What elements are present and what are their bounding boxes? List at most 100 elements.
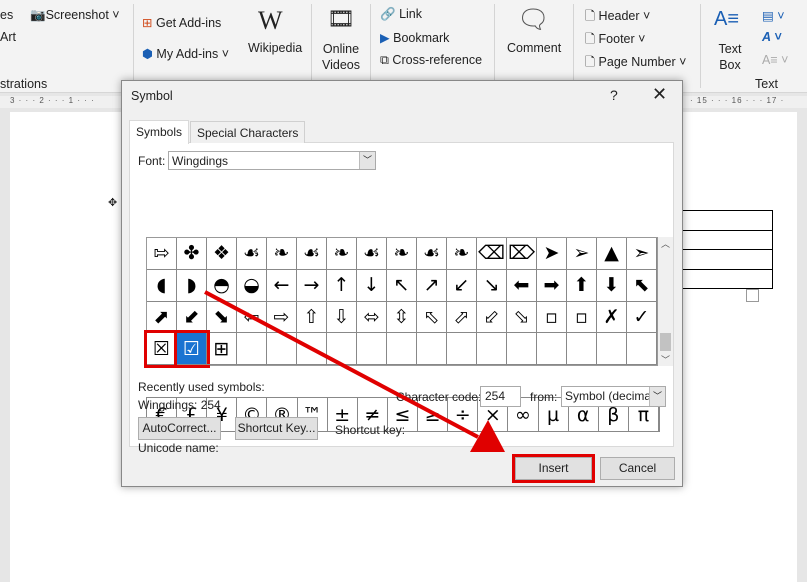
symbol-grid-scrollbar[interactable]: ︿ ﹀ [658,237,673,366]
symbol-cell[interactable]: ↓ [357,269,387,302]
symbol-cell[interactable]: ☙ [297,238,327,270]
bookmark-button[interactable]: ▶ Bookmark [380,30,449,45]
symbol-cell[interactable]: ☙ [237,238,267,270]
symbol-cell[interactable]: ⌦ [507,238,537,270]
comment-button[interactable]: Comment [507,41,561,55]
symbol-cell[interactable]: ← [267,269,297,302]
wikipedia-button[interactable]: Wikipedia [248,41,302,55]
symbol-cell[interactable] [507,333,537,365]
symbol-cell[interactable]: ↙ [447,269,477,302]
symbol-cell[interactable]: ➤ [537,238,567,270]
symbol-cell[interactable]: ◗ [177,269,207,302]
insert-button[interactable]: Insert [512,454,595,483]
drop-cap-icon[interactable]: A≡ ˅ [762,53,788,67]
wordart-icon[interactable]: A ˅ [762,30,781,44]
symbol-cell[interactable]: ⊞ [207,333,237,365]
symbol-cell[interactable]: ◖ [147,269,177,302]
symbol-cell[interactable]: ☒ [144,330,180,368]
symbol-cell[interactable] [567,333,597,365]
symbol-cell[interactable]: ⇧ [297,301,327,334]
symbol-cell[interactable]: ↑ [327,269,357,302]
symbol-cell[interactable]: ↖ [387,269,417,302]
character-code-input[interactable]: 254 [480,386,521,407]
scroll-down-icon[interactable]: ﹀ [658,353,673,366]
symbol-cell[interactable]: ⬋ [177,301,207,334]
symbol-cell[interactable]: ⬇ [597,269,627,302]
symbol-cell[interactable]: ⇩ [327,301,357,334]
from-select[interactable]: Symbol (decimal) ﹀ [561,386,666,407]
symbol-cell[interactable]: ➢ [567,238,597,270]
font-select[interactable]: Wingdings ﹀ [168,151,376,170]
symbol-cell[interactable] [327,333,357,365]
symbol-cell[interactable]: ⬅ [507,269,537,302]
screenshot-button[interactable]: 📷Screenshot ˅ [30,8,120,23]
help-button[interactable]: ? [610,87,618,103]
table-move-handle-icon[interactable]: ✥ [108,196,117,209]
symbol-cell[interactable]: ➣ [627,238,657,270]
symbol-cell[interactable]: ⬂ [507,301,537,334]
close-button[interactable]: ✕ [652,84,667,105]
shortcut-key-button[interactable]: Shortcut Key... [235,417,318,440]
page-number-button[interactable]: 🗋 Page Number ˅ [585,53,686,74]
symbol-cell[interactable]: ◓ [207,269,237,302]
symbol-cell[interactable]: ▫ [567,301,597,334]
symbol-cell[interactable]: ❧ [447,238,477,270]
smartart-button[interactable]: Art [0,30,16,44]
symbol-cell[interactable]: ▲ [597,238,627,270]
symbol-cell[interactable]: ⬊ [207,301,237,334]
online-videos-button[interactable]: Online Videos [322,41,360,73]
cross-reference-button[interactable]: ⧉ Cross-reference [380,53,482,68]
symbol-cell[interactable] [477,333,507,365]
symbol-cell[interactable]: ⇳ [387,301,417,334]
my-addins-button[interactable]: ⬢ My Add-ins ˅ [142,46,229,61]
symbol-cell[interactable]: ❧ [387,238,417,270]
header-button[interactable]: 🗋 Header ˅ [585,7,650,28]
symbol-cell[interactable] [447,333,477,365]
symbol-cell[interactable] [537,333,567,365]
symbol-cell[interactable]: ❧ [327,238,357,270]
quick-parts-icon[interactable]: ▤ ˅ [762,8,785,23]
symbol-cell[interactable]: ⇦ [237,301,267,334]
symbol-cell[interactable]: ◒ [237,269,267,302]
symbol-cell[interactable]: ✓ [627,301,657,334]
get-addins-button[interactable]: ⊞ Get Add-ins [142,15,221,30]
symbol-cell[interactable]: ⬃ [477,301,507,334]
symbol-cell[interactable]: ⬀ [447,301,477,334]
symbol-cell[interactable] [417,333,447,365]
symbol-cell[interactable]: ⬉ [627,269,657,302]
table-resize-handle[interactable] [746,289,759,302]
symbol-cell[interactable] [267,333,297,365]
scroll-up-icon[interactable]: ︿ [658,237,673,250]
autocorrect-button[interactable]: AutoCorrect... [138,417,221,440]
symbol-cell[interactable]: ⇨ [267,301,297,334]
footer-button[interactable]: 🗋 Footer ˅ [585,30,645,51]
symbol-cell[interactable]: ❧ [267,238,297,270]
symbol-cell[interactable]: ↘ [477,269,507,302]
symbol-cell[interactable]: ✤ [177,238,207,270]
pictures-button[interactable]: es [0,8,13,22]
symbol-cell[interactable]: ⇰ [147,238,177,270]
symbol-cell[interactable] [627,333,657,365]
symbol-cell[interactable] [297,333,327,365]
symbol-cell[interactable]: ☙ [417,238,447,270]
cancel-button[interactable]: Cancel [600,457,675,480]
link-button[interactable]: 🔗 Link [380,7,422,22]
symbol-cell[interactable]: ⌫ [477,238,507,270]
symbol-cell[interactable]: → [297,269,327,302]
symbol-cell[interactable]: ❖ [207,238,237,270]
symbol-cell[interactable] [357,333,387,365]
tab-special-characters[interactable]: Special Characters [190,121,306,143]
symbol-cell[interactable]: ☙ [357,238,387,270]
symbol-cell[interactable] [387,333,417,365]
symbol-cell[interactable]: ✗ [597,301,627,334]
symbol-cell[interactable]: ⬆ [567,269,597,302]
symbol-cell[interactable]: ⬁ [417,301,447,334]
symbol-cell[interactable]: ▫ [537,301,567,334]
symbol-cell[interactable]: ➡ [537,269,567,302]
symbol-cell[interactable]: ☑ [174,330,210,368]
symbol-cell[interactable] [237,333,267,365]
symbol-cell[interactable]: ⬄ [357,301,387,334]
tab-symbols[interactable]: Symbols [129,120,190,144]
text-box-button[interactable]: Text Box [714,41,746,73]
symbol-cell[interactable]: ⬈ [147,301,177,334]
